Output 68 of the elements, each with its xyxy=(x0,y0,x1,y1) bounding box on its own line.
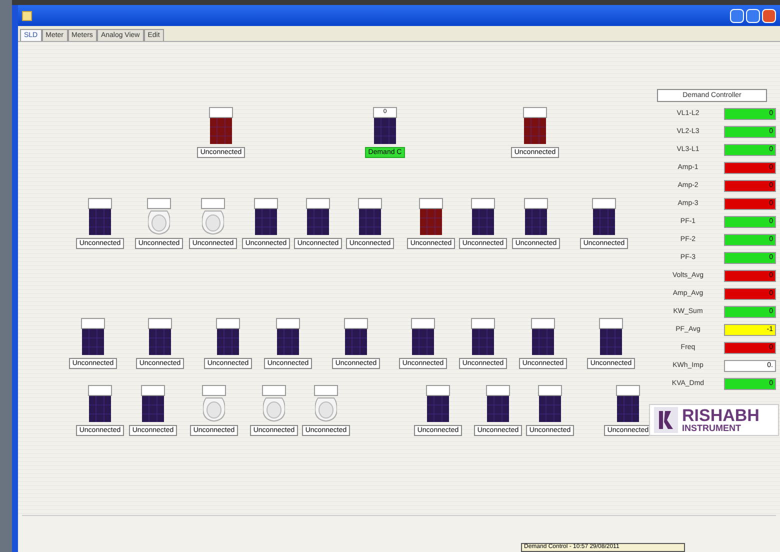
meter-display-cap xyxy=(202,385,226,396)
meter-icon[interactable] xyxy=(420,209,442,235)
meter-display-cap xyxy=(426,385,450,396)
breaker-icon[interactable] xyxy=(202,209,224,235)
meter-display-cap xyxy=(419,198,443,209)
meter-icon[interactable] xyxy=(89,209,111,235)
meter-icon[interactable] xyxy=(539,396,561,422)
logo-icon xyxy=(654,407,678,433)
meter-display-cap xyxy=(538,385,562,396)
meter-display-cap xyxy=(524,198,548,209)
meter-icon[interactable] xyxy=(345,329,367,355)
breaker-icon[interactable] xyxy=(315,396,337,422)
meter-display-cap xyxy=(141,385,165,396)
meter-icon[interactable] xyxy=(374,118,396,144)
meter-display-cap xyxy=(486,385,510,396)
meter-icon[interactable] xyxy=(359,209,381,235)
meter-icon[interactable] xyxy=(524,118,546,144)
meter-icon[interactable] xyxy=(412,329,434,355)
meter-display-cap xyxy=(147,198,171,209)
meter-icon[interactable] xyxy=(532,329,554,355)
meter-display-cap xyxy=(201,198,225,209)
meter-icon[interactable] xyxy=(593,209,615,235)
meter-display-cap xyxy=(88,198,112,209)
meter-display-cap xyxy=(148,318,172,329)
meter-icon[interactable] xyxy=(149,329,171,355)
meter-display-cap xyxy=(254,198,278,209)
meter-icon[interactable] xyxy=(472,209,494,235)
close-button[interactable] xyxy=(762,8,776,22)
meter-display-cap xyxy=(262,385,286,396)
logo-subtitle: INSTRUMENT xyxy=(682,424,742,433)
meter-icon[interactable] xyxy=(487,396,509,422)
meter-display-cap xyxy=(209,107,233,118)
meter-icon[interactable] xyxy=(307,209,329,235)
meter-icon[interactable] xyxy=(472,329,494,355)
breaker-icon[interactable] xyxy=(263,396,285,422)
meter-display-cap xyxy=(88,385,112,396)
breaker-icon[interactable] xyxy=(203,396,225,422)
meter-display-cap xyxy=(314,385,338,396)
meter-display-cap xyxy=(599,318,623,329)
meter-display-cap xyxy=(616,385,640,396)
meter-icon[interactable] xyxy=(617,396,639,422)
meter-icon[interactable] xyxy=(217,329,239,355)
app-icon xyxy=(22,10,32,20)
meter-display-cap xyxy=(471,318,495,329)
meter-icon[interactable] xyxy=(600,329,622,355)
meter-display-cap xyxy=(523,107,547,118)
meter-display-cap xyxy=(471,198,495,209)
meter-icon[interactable] xyxy=(277,329,299,355)
meter-icon[interactable] xyxy=(142,396,164,422)
meter-display-cap xyxy=(592,198,616,209)
meter-icon[interactable] xyxy=(255,209,277,235)
meter-icon[interactable] xyxy=(89,396,111,422)
meter-display-cap xyxy=(216,318,240,329)
meter-display-cap xyxy=(344,318,368,329)
meter-display-cap xyxy=(411,318,435,329)
meter-display-cap xyxy=(306,198,330,209)
meter-display-cap xyxy=(358,198,382,209)
meter-icon[interactable] xyxy=(427,396,449,422)
logo-name: RISHABH xyxy=(682,407,760,424)
meter-display-cap xyxy=(276,318,300,329)
breaker-icon[interactable] xyxy=(148,209,170,235)
maximize-button[interactable] xyxy=(746,8,760,22)
meter-icon[interactable] xyxy=(525,209,547,235)
meter-icon[interactable] xyxy=(210,118,232,144)
meter-display-cap xyxy=(81,318,105,329)
meter-display-cap xyxy=(531,318,555,329)
minimize-button[interactable] xyxy=(730,8,744,22)
meter-icon[interactable] xyxy=(82,329,104,355)
